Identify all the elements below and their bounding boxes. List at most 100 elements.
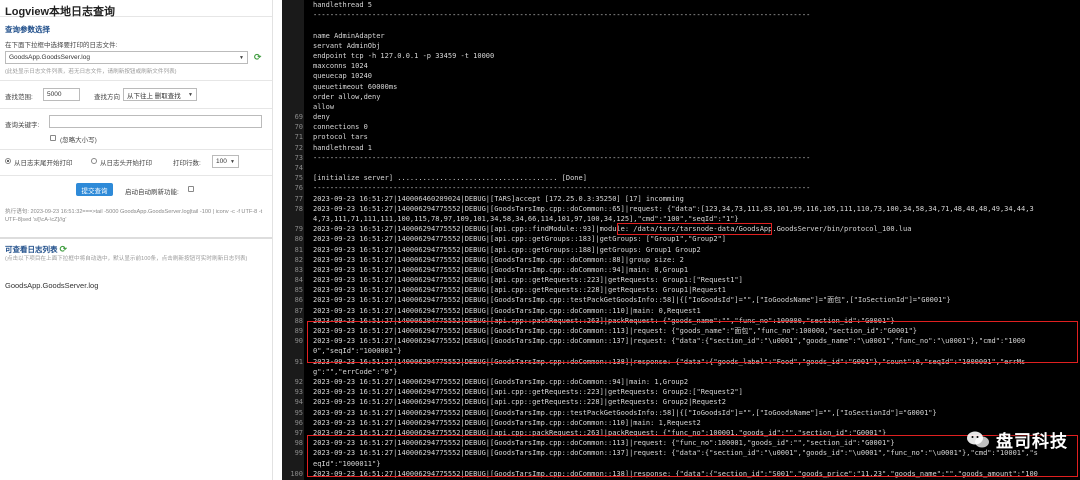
log-line: 75 [initialize server] ..................…: [282, 173, 1080, 183]
log-line-text: 2023-09-23 16:51:27|140006294775552|DEBU…: [313, 449, 1038, 468]
line-number: 82: [294, 255, 303, 264]
log-line-text: handlethread 1: [313, 143, 373, 152]
refresh-icon[interactable]: ⟳: [60, 244, 68, 254]
log-line: 99 2023-09-23 16:51:27|140006294775552|DE…: [282, 448, 1080, 468]
log-line: 72 handlethread 1: [282, 143, 1080, 153]
log-line-text: 2023-09-23 16:51:27|140006294775552|DEBU…: [313, 316, 895, 325]
log-line: queuecap 10240: [282, 71, 1080, 81]
radio-print-from-head[interactable]: [91, 158, 97, 164]
log-line-text: allow: [313, 102, 335, 111]
log-line: 88 2023-09-23 16:51:27|140006294775552|DE…: [282, 316, 1080, 326]
range-input[interactable]: 5000: [43, 88, 80, 101]
line-number: 98: [294, 439, 303, 448]
line-number: 96: [294, 418, 303, 427]
log-line-text: ----------------------------------------…: [313, 184, 811, 193]
log-line: 69 deny: [282, 112, 1080, 122]
print-lines-select[interactable]: 100 ▼: [212, 155, 239, 168]
radio-print-from-tail[interactable]: [5, 158, 11, 164]
line-number: 87: [294, 306, 303, 315]
line-number: 85: [294, 286, 303, 295]
chevron-down-icon: ▼: [188, 91, 193, 98]
log-line-text: queuecap 10240: [313, 72, 373, 81]
radio-print-from-head-label: 从日志头开始打印: [100, 160, 152, 167]
print-lines-label: 打印行数:: [173, 160, 201, 167]
line-number: 88: [294, 316, 303, 325]
log-line: 89 2023-09-23 16:51:27|140006294775552|DE…: [282, 326, 1080, 336]
line-number: 89: [294, 327, 303, 336]
line-number: 99: [294, 449, 303, 458]
auto-refresh-checkbox[interactable]: [188, 186, 194, 192]
line-number: 69: [294, 113, 303, 122]
file-select-label: 在下面下拉框中选择要打印的日志文件:: [5, 42, 118, 49]
line-number: 84: [294, 276, 303, 285]
ignore-case-label: (忽略大小写): [60, 137, 97, 144]
line-number: 100: [290, 469, 303, 478]
log-line-text: 2023-09-23 16:51:27|140006294775552|DEBU…: [313, 225, 912, 234]
log-line: 97 2023-09-23 16:51:27|140006294775552|DE…: [282, 428, 1080, 438]
query-panel: Logview本地日志查询 查询参数选择 在下面下拉框中选择要打印的日志文件: …: [0, 0, 273, 480]
log-file-select-value: GoodsApp.GoodsServer.log: [9, 54, 90, 61]
log-line-text: handlethread 5: [313, 1, 373, 9]
keyword-input[interactable]: [49, 115, 262, 128]
log-line-text: connections 0: [313, 123, 368, 132]
log-line: handlethread 5: [282, 0, 1080, 10]
log-line-text: 2023-09-23 16:51:27|140006294775552|DEBU…: [313, 398, 727, 407]
log-line-text: 2023-09-23 16:51:27|140006460209024|DEBU…: [313, 194, 684, 203]
log-line: queuetimeout 60000ms: [282, 82, 1080, 92]
log-output-panel: handlethread 5 --------------------------…: [282, 0, 1080, 480]
line-number: 79: [294, 225, 303, 234]
line-number: 86: [294, 296, 303, 305]
log-line-text: 2023-09-23 16:51:27|140006294775552|DEBU…: [313, 265, 689, 274]
line-number: 90: [294, 337, 303, 346]
log-line: 90 2023-09-23 16:51:27|140006294775552|DE…: [282, 336, 1080, 356]
radio-print-from-tail-label: 从日志末尾开始打印: [14, 160, 73, 167]
refresh-icon[interactable]: ⟳: [254, 52, 262, 63]
log-line: 91 2023-09-23 16:51:27|140006294775552|DE…: [282, 357, 1080, 377]
log-line: 71 protocol tars: [282, 132, 1080, 142]
chevron-down-icon: ▼: [230, 158, 235, 165]
line-number: 73: [294, 153, 303, 162]
log-file-select[interactable]: GoodsApp.GoodsServer.log ▼: [5, 51, 248, 64]
divider: [0, 237, 272, 239]
log-line: 92 2023-09-23 16:51:27|140006294775552|DE…: [282, 377, 1080, 387]
log-line-text: ----------------------------------------…: [313, 11, 811, 20]
log-line: 76 --------------------------------------…: [282, 183, 1080, 193]
log-line-text: ----------------------------------------…: [313, 153, 811, 162]
log-line-text: endpoint tcp -h 127.0.0.1 -p 33459 -t 10…: [313, 51, 495, 60]
direction-select[interactable]: 从下往上 删取查找 ▼: [123, 88, 197, 101]
line-number: 97: [294, 428, 303, 437]
log-line: maxconns 1024: [282, 61, 1080, 71]
log-line-text: 2023-09-23 16:51:27|140006294775552|DEBU…: [313, 469, 1038, 480]
range-label: 查找范围:: [5, 94, 33, 101]
log-line: 81 2023-09-23 16:51:27|140006294775552|DE…: [282, 245, 1080, 255]
line-number: 72: [294, 143, 303, 152]
log-line: servant AdminObj: [282, 41, 1080, 51]
log-line: endpoint tcp -h 127.0.0.1 -p 33459 -t 10…: [282, 51, 1080, 61]
log-line: 82 2023-09-23 16:51:27|140006294775552|DE…: [282, 255, 1080, 265]
files-section-title-text: 可查看日志列表: [5, 245, 58, 254]
exec-command-text: 执行语句: 2023-09-23 16:51:32===>tail -5000 …: [5, 209, 263, 223]
log-line-text: deny: [313, 113, 330, 122]
line-number: 91: [294, 357, 303, 366]
log-line: name AdminAdapter: [282, 31, 1080, 41]
ignore-case-checkbox[interactable]: [50, 135, 56, 141]
wechat-logo-icon: [967, 431, 989, 447]
log-line-text: 2023-09-23 16:51:27|140006294775552|DEBU…: [313, 306, 701, 315]
direction-select-value: 从下往上 删取查找: [127, 92, 181, 100]
divider: [0, 108, 272, 109]
log-file-item[interactable]: GoodsApp.GoodsServer.log: [5, 281, 98, 290]
log-line: 100 2023-09-23 16:51:27|140006294775552|D…: [282, 469, 1080, 480]
files-section-title: 可查看日志列表 ⟳: [0, 244, 72, 255]
divider: [0, 80, 272, 81]
line-number: 76: [294, 184, 303, 193]
log-line: 74: [282, 163, 1080, 173]
line-number: 81: [294, 245, 303, 254]
app-title: Logview本地日志查询: [0, 0, 272, 18]
submit-query-button[interactable]: 提交查询: [76, 183, 113, 196]
log-line-text: maxconns 1024: [313, 62, 368, 71]
log-line-text: protocol tars: [313, 133, 368, 142]
files-hint: (点击以下项目在上面下拉框中将自动选中，默认显示前100条，点击刷新按钮可实时刷…: [5, 256, 248, 262]
line-number: 70: [294, 123, 303, 132]
log-line-text: 2023-09-23 16:51:27|140006294775552|DEBU…: [313, 204, 1034, 223]
